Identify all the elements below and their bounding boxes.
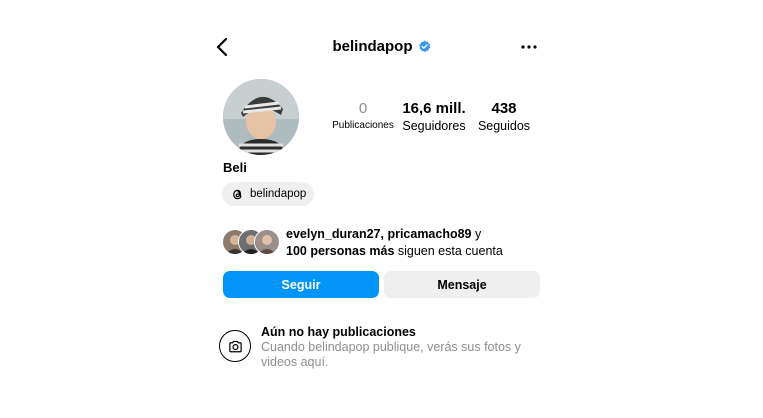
mutual-connector: y xyxy=(471,227,482,241)
stat-posts: 0 Publicaciones xyxy=(329,100,397,134)
profile-username: belindapop xyxy=(332,38,413,55)
mutual-suffix: siguen esta cuenta xyxy=(394,243,503,258)
followers-label: Seguidores xyxy=(402,119,466,133)
stat-followers[interactable]: 16,6 mill. Seguidores xyxy=(400,100,468,134)
threads-icon xyxy=(233,189,242,199)
threads-link[interactable]: belindapop xyxy=(222,182,314,206)
message-button[interactable]: Mensaje xyxy=(384,271,540,298)
avatar-photo xyxy=(223,79,299,155)
verified-badge-icon xyxy=(418,40,430,53)
posts-label: Publicaciones xyxy=(332,120,394,131)
followers-count: 16,6 mill. xyxy=(402,100,466,117)
empty-state-title: Aún no hay publicaciones xyxy=(261,325,416,339)
mutual-followers-text[interactable]: evelyn_duran27, pricamacho89 y 100 perso… xyxy=(286,226,546,259)
following-count: 438 xyxy=(491,100,517,117)
header: belindapop xyxy=(0,38,763,55)
mutual-more-count: 100 personas más xyxy=(286,243,395,258)
follow-button[interactable]: Seguir xyxy=(223,271,379,298)
mutual-followers-avatars[interactable] xyxy=(222,229,280,255)
display-name: Beli xyxy=(223,160,247,175)
profile-avatar[interactable] xyxy=(223,79,299,155)
threads-handle: belindapop xyxy=(250,188,307,200)
empty-state-description: Cuando belindapop publique, verás sus fo… xyxy=(261,340,521,369)
camera-icon-circle xyxy=(219,330,251,362)
mutual-usernames: evelyn_duran27, pricamacho89 xyxy=(286,227,472,241)
following-label: Seguidos xyxy=(477,119,531,133)
stat-following[interactable]: 438 Seguidos xyxy=(474,100,534,134)
avatar xyxy=(254,229,280,255)
more-horizontal-icon[interactable] xyxy=(519,40,539,54)
camera-icon xyxy=(228,340,242,352)
posts-count: 0 xyxy=(358,100,368,117)
